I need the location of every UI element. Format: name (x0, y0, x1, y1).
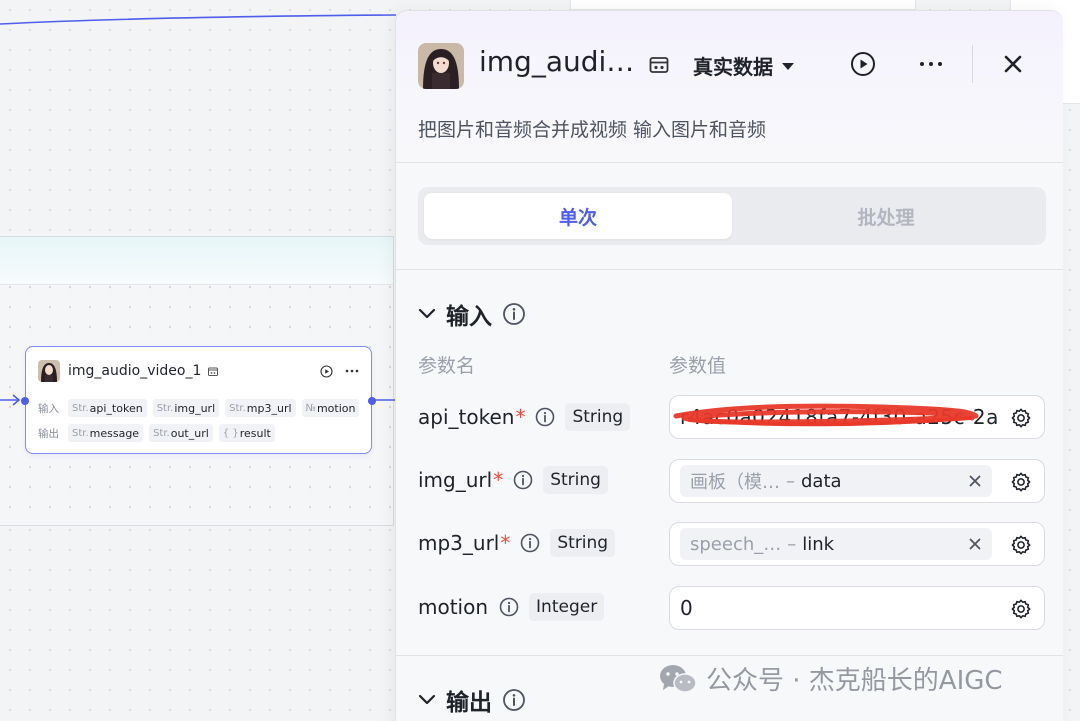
clear-icon[interactable] (968, 474, 982, 488)
node-outputs-label: 输出 (38, 427, 59, 440)
node-input-tag: Str. img_url (152, 399, 220, 417)
wechat-icon (660, 664, 697, 693)
data-mode-label: 真实数据 (693, 55, 773, 79)
info-icon[interactable] (520, 533, 540, 553)
motion-input[interactable]: 0 (669, 586, 1045, 630)
param-row-mp3-url: mp3_url * String (418, 522, 616, 564)
caret-down-icon (782, 62, 794, 70)
workflow-node-card[interactable]: img_audio_video_1 输入 Str. api_token Str. i… (21, 346, 376, 454)
param-name: api_token (418, 405, 515, 429)
node-inputs-label: 输入 (38, 402, 59, 415)
param-row-api-token: api_token * String (418, 396, 631, 438)
param-type-badge: String (543, 466, 608, 494)
node-avatar (38, 360, 60, 382)
info-icon[interactable] (502, 302, 526, 326)
node-output-tag: Str. message (68, 424, 144, 442)
gear-icon[interactable] (1010, 471, 1032, 493)
tab-single[interactable]: 单次 (424, 193, 732, 239)
param-row-motion: motion Integer (418, 586, 605, 628)
run-mode-tabs: 单次 批处理 (418, 187, 1046, 245)
node-inputs-row: 输入 Str. api_token Str. img_url Str. mp3_url… (38, 399, 360, 417)
panel-title: img_audi… (479, 45, 635, 78)
tab-batch[interactable]: 批处理 (732, 193, 1040, 239)
chevron-down-icon (418, 694, 436, 705)
node-outputs-row: 输出 Str. message Str. out_url { } result (38, 424, 275, 442)
node-title: img_audio_video_1 (68, 363, 202, 379)
required-mark: * (493, 468, 504, 492)
mp3-url-input[interactable]: speech_… – link (669, 522, 1045, 566)
info-icon[interactable] (499, 597, 519, 617)
info-icon[interactable] (513, 470, 533, 490)
node-input-tag: Str. mp3_url (225, 399, 296, 417)
section-divider (396, 655, 1063, 656)
param-name: motion (418, 595, 489, 619)
node-output-tag: { } result (218, 424, 275, 442)
node-output-tag: Str. out_url (149, 424, 213, 442)
variable-reference-chip[interactable]: 画板（模… – data (680, 465, 992, 497)
img-url-input[interactable]: 画板（模… – data (669, 459, 1045, 503)
motion-value: 0 (680, 596, 693, 620)
more-options-button[interactable] (918, 51, 944, 77)
canvas-node-top[interactable] (570, 0, 916, 10)
param-name: mp3_url (418, 531, 500, 555)
group-header (0, 237, 393, 285)
node-input-tag: № motion (301, 399, 360, 417)
ref-source-node: speech_… (690, 533, 782, 555)
chevron-down-icon (418, 308, 436, 319)
gear-icon[interactable] (1010, 407, 1032, 429)
close-button[interactable] (1002, 53, 1024, 75)
clear-icon[interactable] (968, 537, 982, 551)
plugin-store-icon (649, 57, 669, 73)
node-debug-panel: img_audi… 真实数据 把图片和音频合并成视频 输入图片和音频 单次 批处… (395, 10, 1063, 721)
param-type-badge: String (565, 403, 631, 431)
column-header-name: 参数名 (418, 355, 476, 377)
ref-field: data (801, 470, 842, 492)
param-row-img-url: img_url * String (418, 459, 608, 501)
input-section-header[interactable]: 输入 (418, 297, 526, 331)
output-section-header[interactable]: 输出 (418, 683, 526, 717)
output-section-title: 输出 (446, 690, 492, 716)
data-mode-dropdown[interactable]: 真实数据 (693, 51, 795, 80)
redaction-scribble (673, 403, 979, 427)
connection-line (0, 14, 397, 25)
node-output-port[interactable] (368, 397, 376, 405)
ref-source-node: 画板（模… (690, 472, 780, 493)
panel-header: img_audi… 真实数据 把图片和音频合并成视频 输入图片和音频 (396, 11, 1063, 163)
watermark-text: 公众号 · 杰克船长的AIGC (706, 666, 1003, 696)
run-button[interactable] (850, 51, 876, 77)
node-more-icon[interactable] (345, 369, 359, 373)
watermark: 公众号 · 杰克船长的AIGC (658, 660, 1003, 697)
required-mark: * (515, 405, 526, 429)
column-header-value: 参数值 (669, 355, 727, 377)
param-type-badge: Integer (529, 593, 605, 621)
info-icon[interactable] (502, 688, 526, 712)
plugin-store-icon (208, 367, 219, 376)
required-mark: * (500, 531, 511, 555)
plugin-avatar (418, 43, 464, 89)
info-icon[interactable] (535, 407, 555, 427)
param-name: img_url (418, 468, 493, 492)
variable-reference-chip[interactable]: speech_… – link (680, 528, 992, 560)
panel-description: 把图片和音频合并成视频 输入图片和音频 (418, 119, 767, 141)
ref-field: link (802, 533, 835, 555)
input-section-title: 输入 (446, 304, 492, 330)
node-run-icon[interactable] (320, 364, 333, 378)
section-divider (396, 269, 1063, 270)
node-input-port[interactable] (21, 397, 29, 405)
node-input-tag: Str. api_token (68, 399, 147, 417)
api-token-input[interactable]: r4ac0a02418fa7-4f30-a25c-2a (669, 395, 1045, 439)
header-divider (972, 45, 973, 83)
gear-icon[interactable] (1010, 534, 1032, 556)
gear-icon[interactable] (1010, 598, 1032, 620)
param-type-badge: String (550, 529, 616, 557)
